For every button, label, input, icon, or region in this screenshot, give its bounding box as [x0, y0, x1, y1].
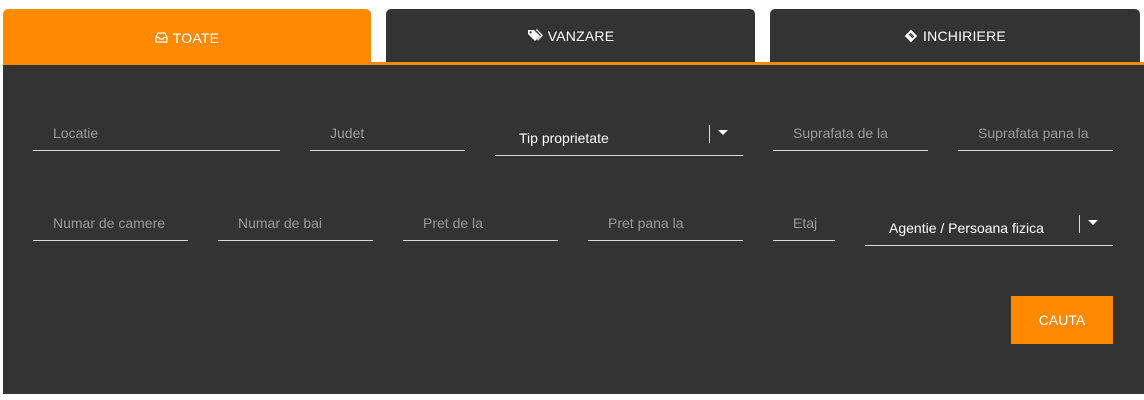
- etaj-field: [773, 209, 835, 241]
- tab-inchiriere[interactable]: INCHIRIERE: [770, 9, 1140, 62]
- agentie-select[interactable]: Agentie / Persoana fizica: [865, 210, 1113, 246]
- agentie-value: Agentie / Persoana fizica: [889, 220, 1044, 236]
- tab-vanzare-label: VANZARE: [547, 27, 615, 44]
- locatie-input[interactable]: [53, 121, 276, 145]
- search-widget: TOATE VANZARE INCHIRIERE Locatie Judet T…: [0, 0, 1144, 400]
- tab-bar: TOATE VANZARE INCHIRIERE: [0, 0, 1144, 66]
- judet-input[interactable]: [330, 121, 461, 145]
- numar-camere-field: [33, 209, 188, 241]
- suprafata-pana-la-field: [958, 119, 1113, 151]
- tab-toate-label: TOATE: [172, 29, 220, 46]
- suprafata-pana-la-input[interactable]: [978, 121, 1109, 145]
- judet-field: [310, 119, 465, 151]
- ticket-icon: [904, 29, 918, 43]
- inbox-icon: [155, 32, 168, 43]
- numar-bai-input[interactable]: [238, 211, 369, 235]
- pret-pana-la-input[interactable]: [608, 211, 739, 235]
- pret-de-la-input[interactable]: [423, 211, 554, 235]
- pret-pana-la-field: [588, 209, 743, 241]
- search-button[interactable]: CAUTA: [1011, 296, 1113, 344]
- chevron-down-icon: [718, 130, 728, 135]
- tip-proprietate-value: Tip proprietate: [519, 130, 609, 146]
- locatie-field: [33, 119, 280, 151]
- chevron-down-icon: [1088, 220, 1098, 225]
- tags-icon: [527, 29, 543, 42]
- suprafata-de-la-input[interactable]: [793, 121, 924, 145]
- select-divider: [1079, 215, 1080, 233]
- tab-vanzare[interactable]: VANZARE: [386, 9, 755, 62]
- etaj-input[interactable]: [793, 211, 831, 235]
- numar-camere-input[interactable]: [53, 211, 184, 235]
- suprafata-de-la-field: [773, 119, 928, 151]
- pret-de-la-field: [403, 209, 558, 241]
- numar-bai-field: [218, 209, 373, 241]
- tab-toate[interactable]: TOATE: [3, 9, 371, 66]
- search-form: Tip proprietate Agentie / Persoana fizic…: [3, 65, 1144, 394]
- tab-inchiriere-label: INCHIRIERE: [923, 27, 1006, 44]
- tip-proprietate-select[interactable]: Tip proprietate: [495, 120, 743, 156]
- select-divider: [709, 125, 710, 143]
